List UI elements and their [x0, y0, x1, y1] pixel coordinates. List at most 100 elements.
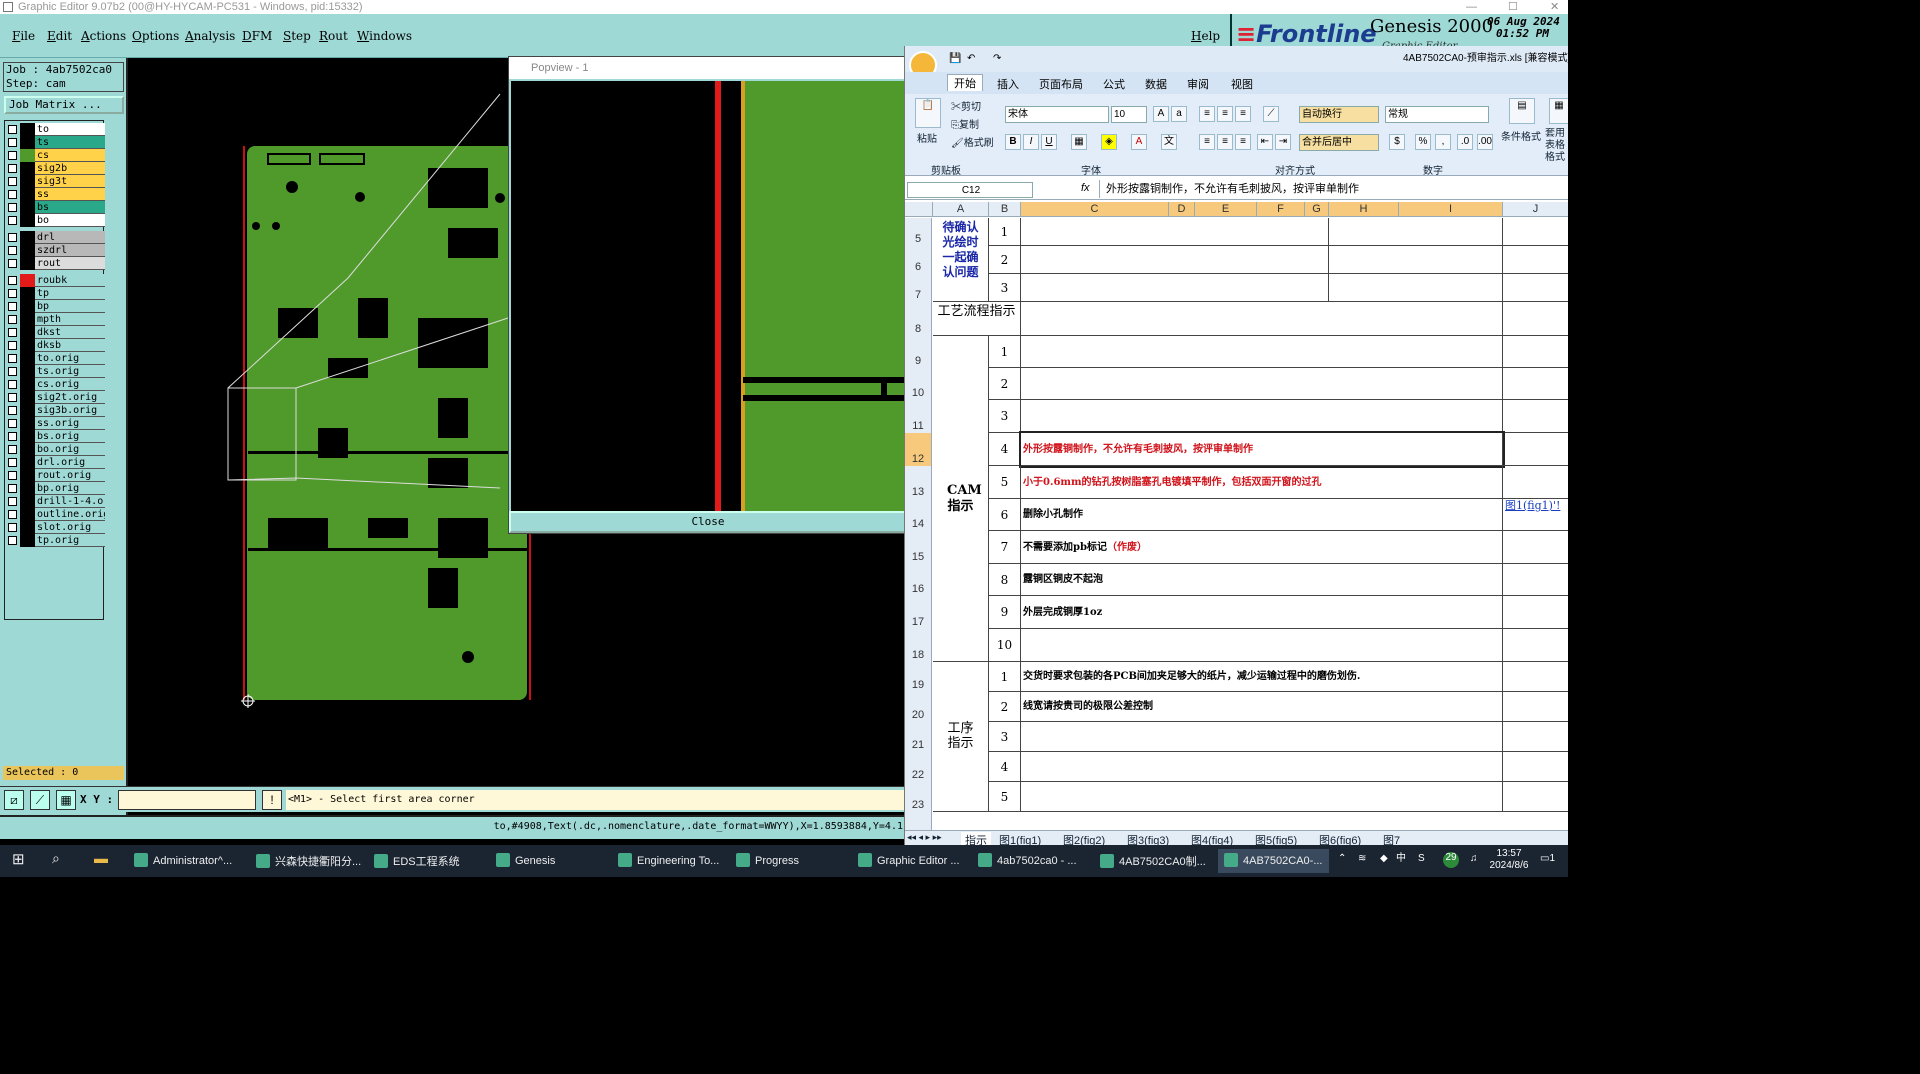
sogou-icon[interactable]: S — [1418, 853, 1425, 865]
layer-name[interactable]: dkst — [35, 326, 105, 339]
layer-checkbox[interactable] — [8, 203, 17, 212]
menu-windows[interactable]: Windows — [357, 29, 412, 43]
row-header[interactable]: 23 — [905, 782, 932, 812]
underline-icon[interactable]: U — [1041, 134, 1057, 150]
merge-center-button[interactable]: 合并后居中 — [1299, 134, 1379, 151]
column-header[interactable]: H — [1329, 202, 1399, 217]
font-size-select[interactable]: 10 — [1111, 106, 1147, 123]
layer-checkbox[interactable] — [8, 164, 17, 173]
layer-name[interactable]: bs.orig — [35, 430, 105, 443]
flow-cell-j[interactable] — [1503, 302, 1568, 336]
row-header[interactable]: 17 — [905, 596, 932, 629]
row-header[interactable]: 15 — [905, 531, 932, 564]
layer-color-swatch[interactable] — [20, 339, 35, 352]
layer-name[interactable]: to — [35, 123, 105, 136]
row-header[interactable]: 18 — [905, 629, 932, 662]
wifi-icon[interactable]: ≋ — [1358, 853, 1366, 865]
select-all-corner[interactable] — [905, 202, 933, 217]
taskbar-app[interactable]: EDS工程系统 — [374, 853, 460, 869]
column-header[interactable]: D — [1169, 202, 1195, 217]
layer-row[interactable]: ts.orig — [5, 365, 105, 378]
cam-instruction[interactable] — [1021, 629, 1503, 662]
menu-options[interactable]: Options — [132, 29, 179, 43]
layer-name[interactable]: ts — [35, 136, 105, 149]
proc-cell-j[interactable] — [1503, 662, 1568, 692]
popview-close-button[interactable]: Close — [509, 511, 907, 533]
layer-row[interactable]: szdrl — [5, 244, 105, 257]
layer-row[interactable]: dksb — [5, 339, 105, 352]
cam-cell-j[interactable] — [1503, 596, 1568, 629]
layer-row[interactable]: ts — [5, 136, 105, 149]
layer-checkbox[interactable] — [8, 233, 17, 242]
flow-cell[interactable] — [1021, 302, 1503, 336]
confirm-cell-j[interactable] — [1503, 218, 1568, 246]
proc-number[interactable]: 4 — [989, 752, 1021, 782]
column-header[interactable]: E — [1195, 202, 1257, 217]
layer-row[interactable]: bo.orig — [5, 443, 105, 456]
taskbar-app[interactable]: 4AB7502CA0制... — [1100, 853, 1206, 869]
cam-cell-j[interactable] — [1503, 368, 1568, 400]
layer-row[interactable]: bs.orig — [5, 430, 105, 443]
wrap-text-button[interactable]: 自动换行 — [1299, 106, 1379, 123]
layer-checkbox[interactable] — [8, 259, 17, 268]
layer-row[interactable]: drill-1-4.o — [5, 495, 105, 508]
cam-instruction[interactable]: 不需要添加pb标记（作废） — [1021, 531, 1503, 564]
layer-row[interactable]: tp.orig — [5, 534, 105, 547]
tray-chevron-icon[interactable]: ⌃ — [1338, 853, 1346, 865]
layer-name[interactable]: sig2t.orig — [35, 391, 105, 404]
layer-checkbox[interactable] — [8, 367, 17, 376]
layer-color-swatch[interactable] — [20, 482, 35, 495]
cam-number[interactable]: 8 — [989, 564, 1021, 596]
cam-number[interactable]: 5 — [989, 466, 1021, 499]
layer-color-swatch[interactable] — [20, 326, 35, 339]
layer-color-swatch[interactable] — [20, 378, 35, 391]
tab-formulas[interactable]: 公式 — [1103, 76, 1125, 92]
fill-color-icon[interactable]: ◈ — [1101, 134, 1117, 150]
row-header[interactable]: 10 — [905, 368, 932, 400]
redo-icon[interactable]: ↷ — [993, 46, 1001, 72]
layer-checkbox[interactable] — [8, 523, 17, 532]
xy-input[interactable] — [118, 790, 256, 810]
proc-cell-j[interactable] — [1503, 782, 1568, 812]
search-icon[interactable]: ⌕ — [52, 850, 60, 867]
menu-dfm[interactable]: DFM — [242, 29, 272, 43]
column-header[interactable]: I — [1399, 202, 1503, 217]
row-header[interactable]: 21 — [905, 722, 932, 752]
proc-cell-j[interactable] — [1503, 692, 1568, 722]
phonetic-icon[interactable]: 文 — [1161, 134, 1177, 150]
popview-canvas[interactable] — [511, 81, 905, 511]
confirm-cell[interactable] — [1021, 274, 1329, 302]
layer-row[interactable]: sig3b.orig — [5, 404, 105, 417]
layer-name[interactable]: ss — [35, 188, 105, 201]
bold-icon[interactable]: B — [1005, 134, 1021, 150]
layer-name[interactable]: bp.orig — [35, 482, 105, 495]
cam-number[interactable]: 4 — [989, 433, 1021, 466]
layer-checkbox[interactable] — [8, 302, 17, 311]
row-header[interactable]: 22 — [905, 752, 932, 782]
row-header[interactable]: 12 — [905, 433, 932, 466]
layer-color-swatch[interactable] — [20, 149, 35, 162]
undo-icon[interactable]: ↶ — [967, 46, 975, 72]
layer-name[interactable]: ts.orig — [35, 365, 105, 378]
layer-name[interactable]: cs.orig — [35, 378, 105, 391]
start-icon[interactable]: ⊞ — [12, 850, 25, 868]
layer-row[interactable]: rout — [5, 257, 105, 270]
layer-color-swatch[interactable] — [20, 244, 35, 257]
column-header[interactable]: G — [1305, 202, 1329, 217]
layer-name[interactable]: bp — [35, 300, 105, 313]
cam-instruction[interactable]: 删除小孔制作 — [1021, 499, 1503, 531]
layer-name[interactable]: outline.orig — [35, 508, 105, 521]
row-header[interactable]: 7 — [905, 274, 932, 302]
layer-color-swatch[interactable] — [20, 313, 35, 326]
cam-number[interactable]: 9 — [989, 596, 1021, 629]
confirm-cell[interactable] — [1021, 246, 1329, 274]
align-top-icon[interactable]: ≡ — [1199, 106, 1215, 122]
format-as-table-button[interactable]: 套用表格格式 — [1545, 128, 1568, 164]
layer-checkbox[interactable] — [8, 458, 17, 467]
layer-name[interactable]: mpth — [35, 313, 105, 326]
cam-cell-j[interactable] — [1503, 531, 1568, 564]
row-header[interactable]: 9 — [905, 336, 932, 368]
tray-badge[interactable]: 29 — [1443, 852, 1459, 868]
layer-row[interactable]: cs.orig — [5, 378, 105, 391]
confirm-cell-j[interactable] — [1503, 274, 1568, 302]
